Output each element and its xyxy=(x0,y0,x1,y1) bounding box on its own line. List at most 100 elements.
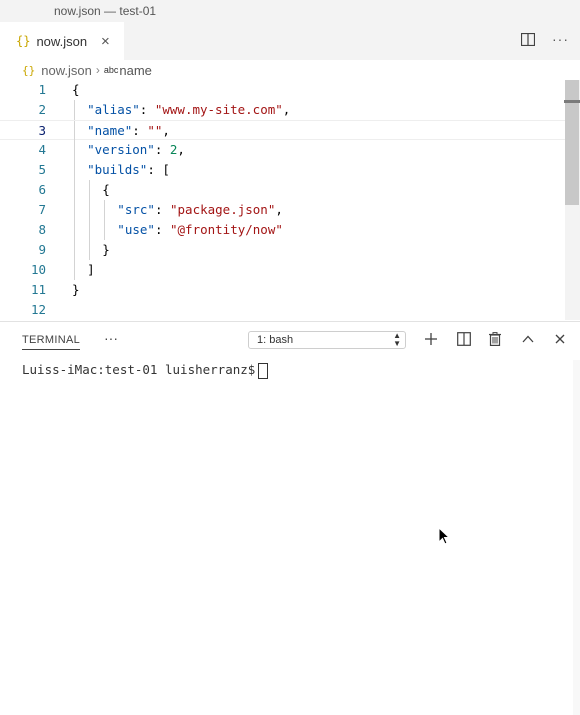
json-punctuation: { xyxy=(72,82,80,97)
json-key: "use" xyxy=(117,222,155,237)
breadcrumb-symbol[interactable]: name xyxy=(119,63,152,78)
line-number: 3 xyxy=(38,123,46,138)
code-text: "version": 2, xyxy=(87,140,185,160)
indent-guide xyxy=(89,200,91,220)
json-key: "builds" xyxy=(87,162,148,177)
code-text: "name": "", xyxy=(87,121,170,141)
close-panel-icon[interactable] xyxy=(553,332,567,346)
indent-guide xyxy=(74,100,75,120)
terminal-prompt: Luiss-iMac:test-01 luisherranz$ xyxy=(22,362,256,377)
code-text: } xyxy=(72,280,80,300)
json-punctuation: } xyxy=(102,242,110,257)
indent-guide xyxy=(89,240,91,260)
json-punctuation: : xyxy=(154,222,170,237)
terminal-cursor xyxy=(258,362,269,379)
line-number: 6 xyxy=(38,182,46,197)
indent-guide xyxy=(89,180,91,200)
json-punctuation: : xyxy=(154,142,170,157)
line-number: 12 xyxy=(30,302,46,317)
code-line[interactable]: 1{ xyxy=(0,80,565,100)
code-line[interactable]: 9} xyxy=(0,240,565,260)
editor-tab-bar: {} now.json × ··· xyxy=(0,22,580,60)
json-key: "alias" xyxy=(87,102,140,117)
tab-terminal[interactable]: TERMINAL xyxy=(22,334,81,350)
line-number: 8 xyxy=(38,222,46,237)
code-line[interactable]: 2 "alias": "www.my-site.com", xyxy=(0,100,565,120)
json-punctuation: , xyxy=(162,123,170,138)
json-punctuation: : xyxy=(139,102,155,117)
json-punctuation: : [ xyxy=(147,162,170,177)
panel-more-button[interactable]: ··· xyxy=(104,330,118,346)
code-line[interactable]: 10] xyxy=(0,260,565,280)
code-text: "alias": "www.my-site.com", xyxy=(87,100,290,120)
indent-guide xyxy=(104,220,106,240)
mouse-pointer-icon xyxy=(438,527,450,545)
code-line[interactable]: 7 "src": "package.json", xyxy=(0,200,565,220)
code-line[interactable]: 11} xyxy=(0,280,565,300)
indent-guide xyxy=(74,260,75,280)
split-terminal-icon[interactable] xyxy=(457,332,471,346)
code-line[interactable]: 12 xyxy=(0,300,565,320)
json-key: "version" xyxy=(87,142,155,157)
code-text: { xyxy=(72,80,80,100)
code-editor[interactable]: 1{2 "alias": "www.my-site.com", 3 "name": "… xyxy=(0,80,565,320)
json-key: "src" xyxy=(117,202,155,217)
code-text: { xyxy=(102,180,110,200)
json-punctuation: : xyxy=(132,123,148,138)
indent-guide xyxy=(74,121,75,141)
cursor-ruler-marker xyxy=(564,100,580,103)
trash-icon[interactable] xyxy=(488,332,502,346)
indent-guide xyxy=(74,240,75,260)
indent-guide xyxy=(74,180,75,200)
more-actions-button[interactable]: ··· xyxy=(552,31,569,47)
indent-guide xyxy=(74,140,75,160)
json-punctuation: , xyxy=(275,202,283,217)
line-number: 1 xyxy=(38,82,46,97)
indent-guide xyxy=(104,200,106,220)
terminal-panel: TERMINAL ··· 1: bash ▲ ▼ Luiss-iMac:test… xyxy=(0,321,580,715)
json-string: "@frontity/now" xyxy=(170,222,283,237)
json-string: "package.json" xyxy=(170,202,276,217)
breadcrumb-file[interactable]: now.json xyxy=(41,63,92,78)
json-punctuation: , xyxy=(177,142,185,157)
tab-label: now.json xyxy=(36,33,88,49)
line-number: 10 xyxy=(30,262,46,277)
code-text: "use": "@frontity/now" xyxy=(117,220,283,240)
editor-scrollbar-thumb[interactable] xyxy=(565,80,579,205)
indent-guide xyxy=(74,220,75,240)
json-key: "name" xyxy=(87,123,133,138)
split-editor-icon[interactable] xyxy=(521,33,535,46)
json-punctuation: : xyxy=(154,202,170,217)
chevron-up-icon[interactable] xyxy=(521,332,535,346)
breadcrumb: {} now.json › abc name xyxy=(0,60,580,80)
code-line[interactable]: 6{ xyxy=(0,180,565,200)
select-arrows-icon: ▲ ▼ xyxy=(393,331,401,348)
line-number: 2 xyxy=(38,102,46,117)
code-text: "builds": [ xyxy=(87,160,170,180)
code-text: ] xyxy=(87,260,95,280)
chevron-right-icon: › xyxy=(95,63,100,77)
code-line[interactable]: 3 "name": "", xyxy=(0,120,565,141)
code-line[interactable]: 5 "builds": [ xyxy=(0,160,565,180)
terminal-scrollbar[interactable] xyxy=(573,360,580,715)
line-number: 7 xyxy=(38,202,46,217)
code-text: } xyxy=(102,240,110,260)
json-braces-icon: {} xyxy=(16,34,31,48)
tab-now-json[interactable]: {} now.json × xyxy=(0,22,124,60)
code-line[interactable]: 8 "use": "@frontity/now" xyxy=(0,220,565,240)
terminal-prompt-line[interactable]: Luiss-iMac:test-01 luisherranz$ xyxy=(22,362,269,379)
json-file-icon: {} xyxy=(22,63,36,77)
close-icon[interactable]: × xyxy=(101,33,110,50)
indent-guide xyxy=(74,160,75,180)
title-bar: now.json — test-01 xyxy=(0,0,580,23)
terminal-select[interactable]: 1: bash ▲ ▼ xyxy=(248,331,406,349)
indent-guide xyxy=(89,220,91,240)
code-line[interactable]: 4 "version": 2, xyxy=(0,140,565,160)
code-text: "src": "package.json", xyxy=(117,200,283,220)
json-punctuation: } xyxy=(72,282,80,297)
json-punctuation: { xyxy=(102,182,110,197)
json-string: "www.my-site.com" xyxy=(154,102,283,117)
plus-icon[interactable] xyxy=(424,332,438,346)
panel-header: TERMINAL ··· 1: bash ▲ ▼ xyxy=(0,322,580,356)
line-number: 9 xyxy=(38,242,46,257)
